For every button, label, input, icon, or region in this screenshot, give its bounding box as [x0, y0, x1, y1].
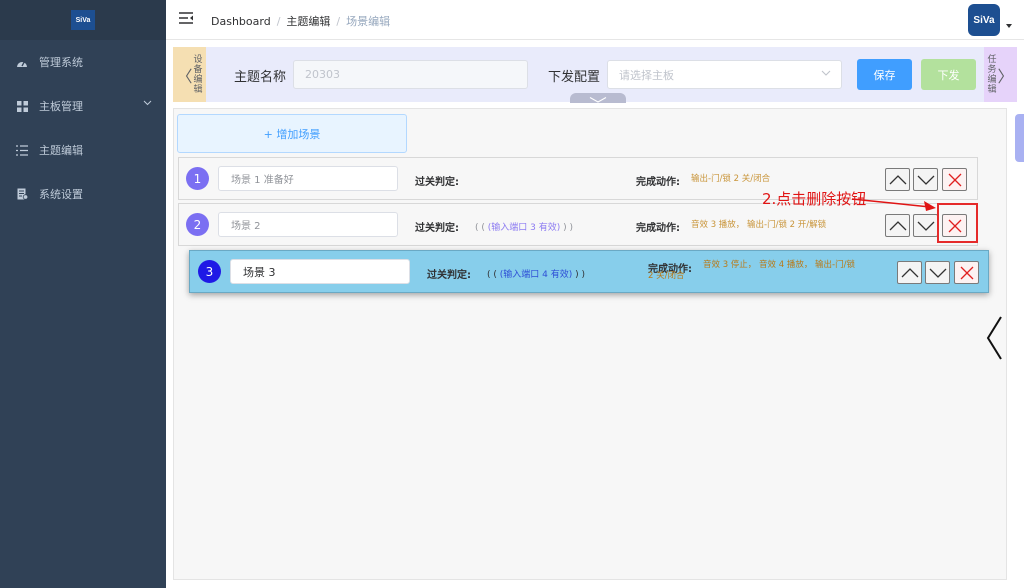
pass-condition-label: 过关判定: — [427, 270, 471, 281]
scene-name-input[interactable]: 场景 1 准备好 — [218, 166, 398, 191]
move-down-button[interactable] — [913, 168, 938, 191]
dashboard-icon — [16, 56, 28, 68]
collapse-toggle[interactable] — [570, 93, 626, 103]
complete-action-value: 输出-门/锁 2 关/闭合 — [691, 174, 771, 184]
menu-toggle-icon[interactable] — [179, 12, 193, 26]
sidebar-item-settings[interactable]: 系统设置 — [0, 172, 166, 216]
move-down-button[interactable] — [925, 261, 950, 284]
sidebar-item-label: 主题编辑 — [39, 144, 83, 157]
delete-scene-button[interactable] — [954, 261, 979, 284]
add-scene-button[interactable]: + 增加场景 — [177, 114, 407, 153]
dispatch-button[interactable]: 下发 — [921, 59, 976, 90]
close-icon — [948, 173, 961, 186]
device-edit-tab[interactable]: 〈 设备编辑 — [173, 47, 206, 102]
chevron-down-icon — [821, 70, 831, 80]
chevron-right-icon: 〉 — [997, 66, 1014, 86]
pass-condition-value: ( ( (输入端口 4 有效) ) ) — [487, 270, 585, 280]
complete-action-value: 音效 3 停止， 音效 4 播放， 输出-门/锁 2 关/闭合 — [648, 260, 855, 281]
scene-index-badge: 2 — [186, 213, 209, 236]
chevron-down-icon — [917, 221, 934, 231]
board-select[interactable]: 请选择主板 — [607, 60, 842, 89]
chevron-down-icon — [589, 97, 607, 103]
chevron-down-icon — [917, 175, 934, 185]
theme-name-label: 主题名称 — [234, 70, 287, 85]
sidebar-item-board[interactable]: 主板管理 — [0, 84, 166, 128]
chevron-left-icon[interactable] — [985, 315, 1003, 361]
breadcrumb-scene-edit: 场景编辑 — [346, 15, 391, 28]
delete-scene-button[interactable] — [942, 168, 967, 191]
move-up-button[interactable] — [885, 214, 910, 237]
sidebar-item-label: 主板管理 — [39, 100, 83, 113]
pass-condition-label: 过关判定: — [415, 223, 459, 234]
chevron-up-icon — [901, 267, 918, 277]
sidebar-item-label: 管理系统 — [39, 56, 83, 69]
chevron-up-icon — [889, 220, 906, 230]
move-down-button[interactable] — [913, 214, 938, 237]
avatar[interactable]: SiVa — [968, 4, 1000, 36]
chevron-up-icon — [889, 174, 906, 184]
list-icon — [16, 144, 28, 156]
breadcrumb-theme-edit[interactable]: 主题编辑 — [286, 15, 330, 28]
settings-icon — [16, 188, 28, 200]
top-navbar: Dashboard / 主题编辑 / 场景编辑 SiVa — [166, 0, 1024, 40]
scene-index-badge: 3 — [198, 260, 221, 283]
breadcrumb-dashboard[interactable]: Dashboard — [211, 15, 271, 28]
right-drawer-tab[interactable] — [1015, 114, 1024, 162]
complete-action-value: 音效 3 播放， 输出-门/锁 2 开/解锁 — [691, 220, 827, 230]
sidebar: SiVa 管理系统 主板管理 主题编辑 系统设置 — [0, 0, 166, 588]
chevron-down-icon — [929, 268, 946, 278]
dispatch-config-label: 下发配置 — [548, 70, 601, 85]
pass-condition-label: 过关判定: — [415, 177, 459, 188]
annotation-arrow — [851, 198, 936, 211]
device-edit-label: 设备编辑 — [193, 54, 203, 95]
move-up-button[interactable] — [897, 261, 922, 284]
pass-condition-value: ( ( (输入端口 3 有效) ) ) — [475, 223, 573, 233]
move-up-button[interactable] — [885, 168, 910, 191]
save-button[interactable]: 保存 — [857, 59, 912, 90]
complete-action-label: 完成动作: — [636, 177, 680, 188]
task-edit-tab[interactable]: 任务编辑 〉 — [984, 47, 1017, 102]
logo-area: SiVa — [0, 0, 166, 40]
complete-action-label: 完成动作: — [636, 223, 680, 234]
sidebar-item-label: 系统设置 — [39, 188, 83, 201]
theme-name-input[interactable]: 20303 — [293, 60, 528, 89]
chevron-left-icon: 〈 — [176, 66, 193, 86]
sidebar-item-management[interactable]: 管理系统 — [0, 40, 166, 84]
chevron-down-icon — [143, 99, 152, 109]
breadcrumb: Dashboard / 主题编辑 / 场景编辑 — [211, 15, 391, 28]
task-edit-label: 任务编辑 — [987, 54, 997, 95]
caret-down-icon[interactable] — [1006, 24, 1012, 28]
grid-icon — [16, 100, 28, 112]
delete-button-highlight — [937, 203, 978, 243]
scene-name-input[interactable]: 场景 2 — [218, 212, 398, 237]
app-logo: SiVa — [71, 10, 95, 30]
scene-index-badge: 1 — [186, 167, 209, 190]
board-select-placeholder: 请选择主板 — [619, 68, 674, 82]
close-icon — [960, 266, 973, 279]
sidebar-item-theme-edit[interactable]: 主题编辑 — [0, 128, 166, 172]
scene-name-input[interactable]: 场景 3 — [230, 259, 410, 284]
